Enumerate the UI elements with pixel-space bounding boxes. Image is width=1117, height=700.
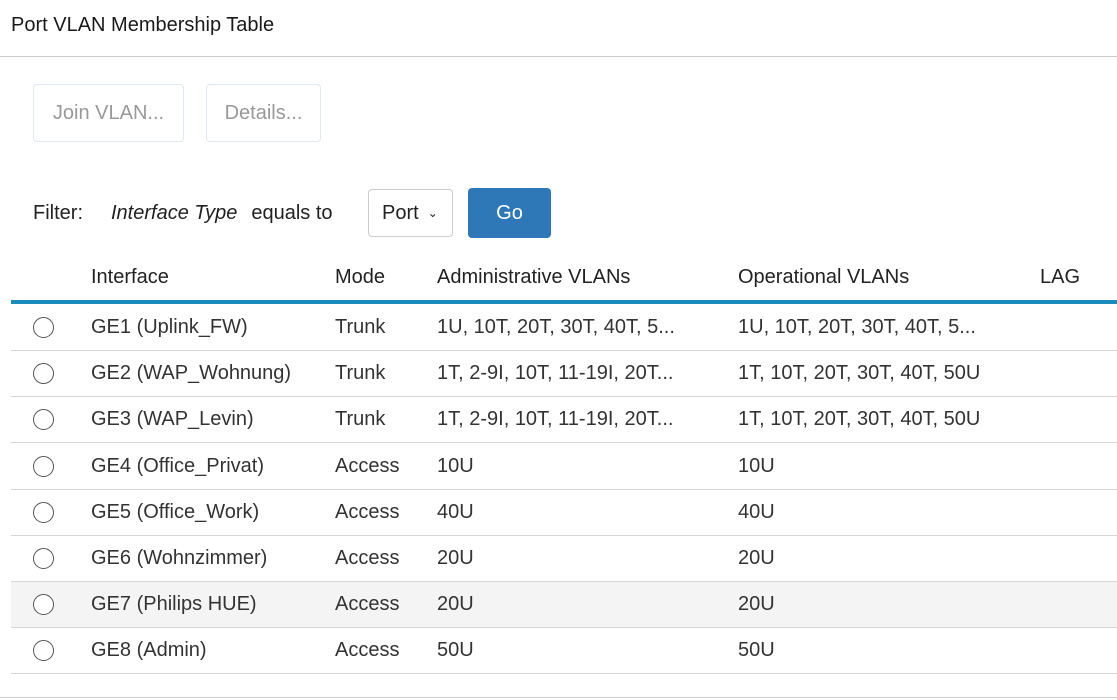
row-select-radio[interactable] (33, 363, 54, 385)
page-title: Port VLAN Membership Table (11, 14, 275, 36)
cell-admin-vlans: 1T, 2-9I, 10T, 11-19I, 20T... (437, 408, 674, 431)
cell-oper-vlans: 1T, 10T, 20T, 30T, 40T, 50U (738, 408, 981, 431)
cell-interface: GE1 (Uplink_FW) (91, 316, 248, 338)
cell-interface: GE2 (WAP_Wohnung) (91, 362, 292, 385)
chevron-down-icon: ⌄ (427, 206, 438, 220)
header-admin-vlans[interactable]: Administrative VLANs (437, 266, 630, 289)
cell-oper-vlans: 1T, 10T, 20T, 30T, 40T, 50U (738, 362, 981, 385)
cell-interface: GE6 (Wohnzimmer) (91, 547, 268, 569)
cell-admin-vlans: 20U (437, 547, 474, 569)
table-row[interactable]: GE2 (WAP_Wohnung) Trunk 1T, 2-9I, 10T, 1… (11, 351, 1117, 398)
row-select-radio[interactable] (33, 501, 54, 523)
table-row[interactable]: GE3 (WAP_Levin) Trunk 1T, 2-9I, 10T, 11-… (11, 397, 1117, 444)
cell-oper-vlans: 20U (738, 593, 775, 616)
select-value: Port (382, 201, 419, 224)
cell-admin-vlans: 40U (437, 500, 474, 523)
cell-interface: GE5 (Office_Work) (91, 500, 260, 523)
cell-admin-vlans: 10U (437, 454, 474, 477)
cell-admin-vlans: 1T, 2-9I, 10T, 11-19I, 20T... (437, 362, 674, 385)
cell-oper-vlans: 40U (738, 500, 775, 523)
cell-mode: Trunk (335, 316, 386, 338)
table-row[interactable]: GE1 (Uplink_FW) Trunk 1U, 10T, 20T, 30T,… (11, 305, 1117, 351)
cell-oper-vlans: 20U (738, 547, 775, 569)
cell-interface: GE7 (Philips HUE) (91, 593, 257, 616)
divider (0, 697, 1117, 698)
cell-oper-vlans: 10U (738, 454, 775, 477)
table-row[interactable]: GE7 (Philips HUE) Access 20U 20U (11, 582, 1117, 629)
details-button[interactable]: Details... (206, 84, 321, 142)
cell-interface: GE8 (Admin) (91, 639, 207, 662)
join-vlan-button[interactable]: Join VLAN... (33, 84, 184, 142)
header-lag[interactable]: LAG (1040, 266, 1080, 289)
header-divider (11, 300, 1117, 304)
header-oper-vlans[interactable]: Operational VLANs (738, 266, 909, 289)
row-select-radio[interactable] (33, 640, 54, 662)
row-select-radio[interactable] (33, 594, 54, 616)
table-header: Interface Mode Administrative VLANs Oper… (11, 258, 1117, 300)
cell-mode: Access (335, 454, 400, 477)
cell-mode: Access (335, 547, 400, 569)
filter-label: Filter: (33, 201, 83, 224)
cell-oper-vlans: 50U (738, 639, 775, 662)
divider (0, 56, 1117, 57)
interface-type-select[interactable]: Port ⌄ (368, 189, 453, 237)
row-select-radio[interactable] (33, 409, 54, 431)
cell-interface: GE4 (Office_Privat) (91, 454, 265, 477)
cell-interface: GE3 (WAP_Levin) (91, 408, 254, 431)
row-select-radio[interactable] (33, 455, 54, 477)
cell-oper-vlans: 1U, 10T, 20T, 30T, 40T, 5... (738, 316, 976, 338)
table-row[interactable]: GE4 (Office_Privat) Access 10U 10U (11, 444, 1117, 490)
filter-field: Interface Type (111, 201, 238, 224)
cell-mode: Trunk (335, 408, 386, 431)
filter-operator: equals to (251, 201, 333, 224)
cell-admin-vlans: 20U (437, 593, 474, 616)
go-button[interactable]: Go (468, 188, 551, 238)
cell-admin-vlans: 1U, 10T, 20T, 30T, 40T, 5... (437, 316, 675, 338)
cell-mode: Access (335, 500, 400, 523)
header-mode[interactable]: Mode (335, 266, 385, 289)
cell-admin-vlans: 50U (437, 639, 474, 662)
filter-bar: Filter: Interface Type equals to (33, 189, 333, 237)
cell-mode: Access (335, 593, 400, 616)
table-row[interactable]: GE6 (Wohnzimmer) Access 20U 20U (11, 536, 1117, 582)
header-interface[interactable]: Interface (91, 266, 169, 289)
table-row[interactable]: GE8 (Admin) Access 50U 50U (11, 628, 1117, 675)
cell-mode: Trunk (335, 362, 386, 385)
cell-mode: Access (335, 639, 400, 662)
row-select-radio[interactable] (33, 548, 54, 569)
table-row[interactable]: GE5 (Office_Work) Access 40U 40U (11, 490, 1117, 536)
row-select-radio[interactable] (33, 317, 54, 338)
